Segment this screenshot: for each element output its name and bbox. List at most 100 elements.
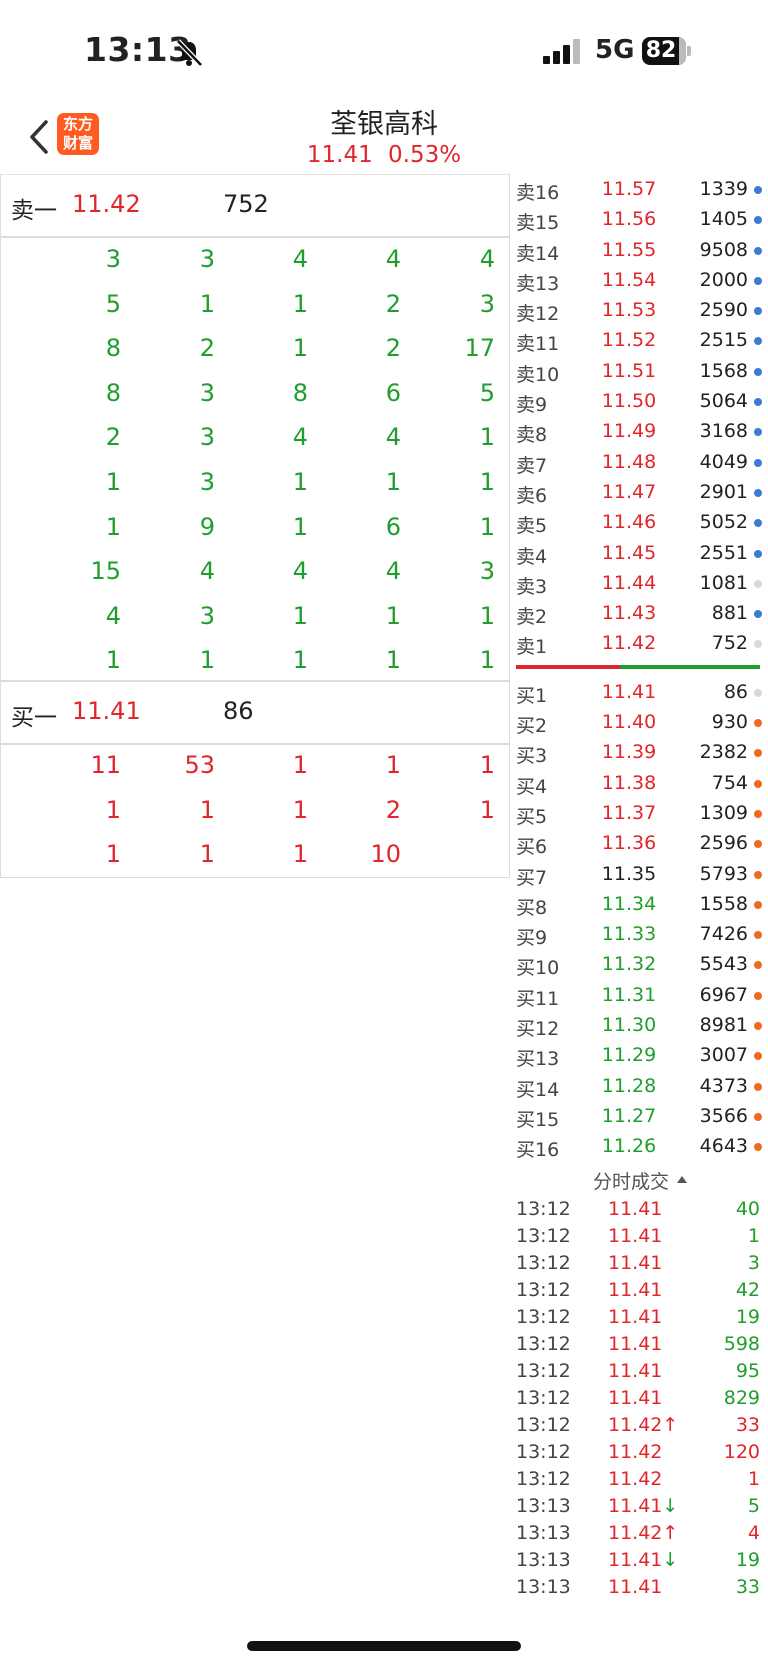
- bid-level-label: 买5: [516, 805, 548, 828]
- bid-level-row[interactable]: 买3 11.39 2382: [512, 737, 768, 767]
- queue-cell: 1: [105, 795, 121, 824]
- bid-level-row[interactable]: 买1 11.41 86: [512, 677, 768, 707]
- ask-level-price: 11.46: [601, 511, 657, 534]
- queue-cell: 15: [90, 557, 121, 586]
- orange-dot-icon: [754, 1052, 762, 1061]
- ask-level-label: 卖10: [516, 363, 560, 386]
- bid-level-volume: 754: [711, 771, 748, 794]
- tick-volume: 42: [735, 1279, 760, 1301]
- tick-row: 13:12 11.41 42: [512, 1278, 768, 1305]
- ask-level-label: 卖16: [516, 182, 560, 204]
- queue-cell: 3: [199, 423, 215, 452]
- queue-row: 4 3 1 1 1: [1, 594, 509, 639]
- ask-level-row[interactable]: 卖15 11.56 1405: [512, 204, 768, 234]
- ask-level-volume: 5064: [699, 390, 748, 413]
- queue-cell: 4: [385, 557, 401, 586]
- bid-level-row[interactable]: 买8 11.34 1558: [512, 889, 768, 919]
- sell1-row[interactable]: 卖一 11.42 752: [1, 175, 509, 238]
- queue-cell: 6: [385, 378, 401, 407]
- bid-level-row[interactable]: 买14 11.28 4373: [512, 1071, 768, 1101]
- blue-dot-icon: [754, 367, 762, 376]
- queue-cell: 1: [385, 751, 401, 779]
- ask-level-label: 卖2: [516, 606, 548, 629]
- bid-level-label: 买7: [516, 866, 548, 889]
- blue-dot-icon: [754, 549, 762, 558]
- bid-level-label: 买14: [516, 1078, 560, 1101]
- queue-row: 1 3 1 1 1: [1, 460, 509, 505]
- ask-level-row[interactable]: 卖2 11.43 881: [512, 598, 768, 628]
- bid-level-volume: 930: [711, 711, 748, 734]
- ask-level-row[interactable]: 卖3 11.44 1081: [512, 568, 768, 598]
- ask-level-label: 卖12: [516, 303, 560, 326]
- bid-level-row[interactable]: 买12 11.30 8981: [512, 1010, 768, 1040]
- bid-level-row[interactable]: 买13 11.29 3007: [512, 1040, 768, 1070]
- queue-cell: 1: [385, 646, 401, 675]
- ask-level-row[interactable]: 卖9 11.50 5064: [512, 386, 768, 416]
- ask-level-volume: 1339: [699, 178, 748, 200]
- tick-time: 13:12: [516, 1279, 571, 1301]
- bid-level-row[interactable]: 买15 11.27 3566: [512, 1101, 768, 1131]
- ticks-header[interactable]: 分时成交: [512, 1167, 768, 1197]
- status-bar: 13:13 5G 82: [0, 0, 768, 100]
- bid-level-volume: 7426: [699, 923, 748, 946]
- bid-level-row[interactable]: 买16 11.26 4643: [512, 1131, 768, 1161]
- tick-row: 13:13 11.41↓ 19: [512, 1548, 768, 1575]
- tick-row: 13:13 11.41 33: [512, 1575, 768, 1602]
- bid-level-row[interactable]: 买5 11.37 1309: [512, 798, 768, 828]
- queue-cell: 4: [292, 423, 308, 452]
- ask-level-row[interactable]: 卖10 11.51 1568: [512, 356, 768, 386]
- ask-level-label: 卖13: [516, 272, 560, 295]
- order-queue-panel: 卖一 11.42 752 3 3 4 4 4 5 1 1 2 3 8 2 1 2 17 8 3 8 6 5 2 3 4 4 1 1…: [0, 174, 510, 878]
- ask-level-row[interactable]: 卖6 11.47 2901: [512, 477, 768, 507]
- queue-cell: 1: [292, 289, 308, 318]
- ask-level-price: 11.53: [601, 299, 657, 322]
- queue-row: 8 3 8 6 5: [1, 371, 509, 416]
- ask-level-row[interactable]: 卖7 11.48 4049: [512, 447, 768, 477]
- gray-dot-icon: [754, 640, 762, 649]
- bid-level-label: 买10: [516, 957, 560, 980]
- tick-price: 11.41↓: [608, 1549, 679, 1571]
- tick-list: 13:12 11.41 40 13:12 11.41 1 13:12 11.41 3 13:12 1…: [512, 1197, 768, 1602]
- ask-level-row[interactable]: 卖13 11.54 2000: [512, 265, 768, 295]
- bid-level-row[interactable]: 买7 11.35 5793: [512, 859, 768, 889]
- bid-ask-ratio-bar: [512, 659, 768, 677]
- tick-price: 11.42↑: [608, 1522, 679, 1544]
- bid-level-row[interactable]: 买11 11.31 6967: [512, 980, 768, 1010]
- stock-quote: 11.41 0.53%: [0, 142, 768, 168]
- bid-level-row[interactable]: 买10 11.32 5543: [512, 949, 768, 979]
- queue-cell: 9: [199, 512, 215, 541]
- blue-dot-icon: [754, 246, 762, 255]
- bid-level-price: 11.29: [601, 1044, 657, 1067]
- home-indicator[interactable]: [247, 1641, 521, 1651]
- orange-dot-icon: [754, 991, 762, 1000]
- queue-cell: 1: [292, 840, 308, 869]
- ask-level-row[interactable]: 卖14 11.55 9508: [512, 235, 768, 265]
- orange-dot-icon: [754, 1082, 762, 1091]
- stock-price: 11.41: [306, 142, 373, 168]
- buy1-row[interactable]: 买一 11.41 86: [1, 680, 509, 745]
- bid-level-volume: 3007: [699, 1044, 748, 1067]
- ask-level-row[interactable]: 卖4 11.45 2551: [512, 538, 768, 568]
- ask-level-row[interactable]: 卖16 11.57 1339: [512, 174, 768, 204]
- ask-level-volume: 2515: [699, 329, 748, 352]
- ask-level-row[interactable]: 卖8 11.49 3168: [512, 416, 768, 446]
- bid-level-row[interactable]: 买2 11.40 930: [512, 707, 768, 737]
- bid-level-row[interactable]: 买4 11.38 754: [512, 768, 768, 798]
- queue-cell: 1: [199, 795, 215, 824]
- tick-row: 13:12 11.41 598: [512, 1332, 768, 1359]
- bid-level-row[interactable]: 买6 11.36 2596: [512, 828, 768, 858]
- ask-level-row[interactable]: 卖12 11.53 2590: [512, 295, 768, 325]
- ask-level-volume: 2000: [699, 268, 748, 291]
- bid-level-row[interactable]: 买9 11.33 7426: [512, 919, 768, 949]
- ask-level-row[interactable]: 卖1 11.42 752: [512, 628, 768, 658]
- ratio-bar-red: [516, 664, 620, 669]
- bid-level-price: 11.27: [601, 1104, 657, 1127]
- ask-level-row[interactable]: 卖11 11.52 2515: [512, 325, 768, 355]
- queue-cell: 4: [292, 557, 308, 586]
- tick-time: 13:12: [516, 1387, 571, 1409]
- ask-level-row[interactable]: 卖5 11.46 5052: [512, 507, 768, 537]
- queue-cell: 1: [105, 840, 121, 869]
- queue-cell: 4: [385, 423, 401, 452]
- queue-cell: 2: [385, 334, 401, 363]
- ask-level-volume: 1568: [699, 359, 748, 382]
